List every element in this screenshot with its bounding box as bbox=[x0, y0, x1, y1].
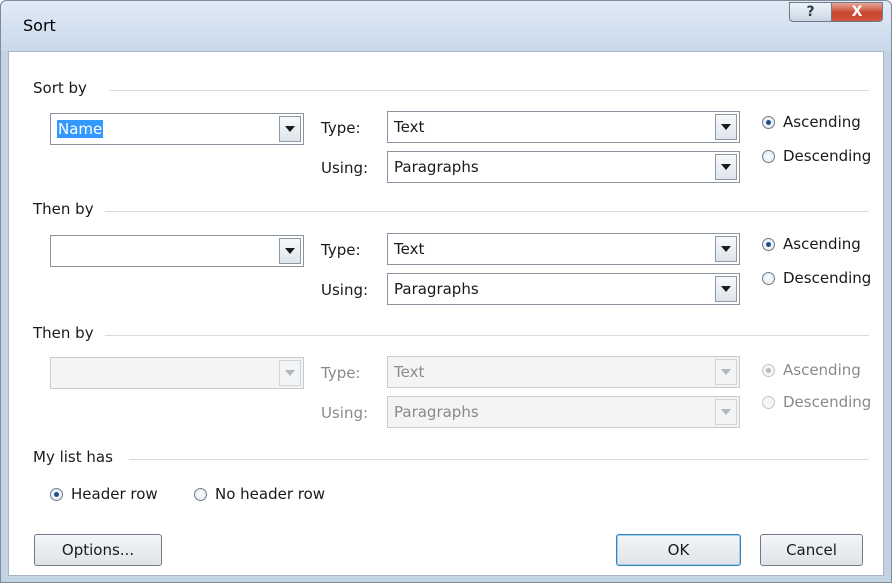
then-by-1-ascending-radio[interactable]: Ascending bbox=[762, 235, 861, 253]
sort-by-type-label: Type: bbox=[321, 119, 361, 137]
my-list-has-label: My list has bbox=[33, 448, 113, 466]
chevron-down-icon bbox=[715, 399, 737, 425]
sort-by-descending-radio[interactable]: Descending bbox=[762, 147, 871, 165]
then-by-1-descending-label: Descending bbox=[783, 269, 872, 287]
sort-by-field-select[interactable]: Name bbox=[50, 113, 304, 145]
my-list-has-divider bbox=[129, 459, 869, 460]
sort-by-using-value: Paragraphs bbox=[394, 158, 479, 176]
chevron-down-icon[interactable] bbox=[715, 154, 737, 180]
then-by-1-divider bbox=[105, 211, 869, 212]
radio-unchecked-icon bbox=[762, 395, 775, 409]
no-header-row-radio[interactable]: No header row bbox=[194, 485, 325, 503]
sort-by-using-label: Using: bbox=[321, 159, 369, 177]
sort-dialog: Sort ? X Sort by Name Type: Text Using: … bbox=[0, 0, 892, 583]
then-by-1-using-label: Using: bbox=[321, 281, 369, 299]
ok-button[interactable]: OK bbox=[616, 534, 741, 566]
radio-checked-icon bbox=[762, 115, 775, 129]
then-by-2-divider bbox=[105, 335, 869, 336]
chevron-down-icon[interactable] bbox=[715, 114, 737, 140]
close-button[interactable]: X bbox=[831, 2, 883, 22]
help-icon: ? bbox=[806, 4, 815, 20]
dialog-title: Sort bbox=[23, 16, 56, 35]
radio-checked-icon bbox=[762, 363, 775, 377]
then-by-2-using-value: Paragraphs bbox=[394, 403, 479, 421]
radio-unchecked-icon bbox=[762, 149, 775, 163]
then-by-1-descending-radio[interactable]: Descending bbox=[762, 269, 871, 287]
then-by-1-label: Then by bbox=[33, 200, 94, 218]
sort-by-type-select[interactable]: Text bbox=[387, 111, 740, 143]
header-row-label: Header row bbox=[71, 485, 158, 503]
then-by-2-using-label: Using: bbox=[321, 404, 369, 422]
close-icon: X bbox=[851, 4, 863, 20]
then-by-2-label: Then by bbox=[33, 324, 94, 342]
header-row-radio[interactable]: Header row bbox=[50, 485, 158, 503]
then-by-2-descending-label: Descending bbox=[783, 393, 872, 411]
then-by-1-field-select[interactable] bbox=[50, 235, 304, 267]
sort-by-field-value: Name bbox=[57, 120, 104, 138]
then-by-1-using-value: Paragraphs bbox=[394, 280, 479, 298]
sort-by-label: Sort by bbox=[33, 79, 87, 97]
then-by-2-field-select bbox=[50, 357, 304, 389]
then-by-2-type-select: Text bbox=[387, 356, 740, 388]
no-header-row-label: No header row bbox=[215, 485, 326, 503]
sort-by-using-select[interactable]: Paragraphs bbox=[387, 151, 740, 183]
chevron-down-icon[interactable] bbox=[715, 276, 737, 302]
then-by-2-using-select: Paragraphs bbox=[387, 396, 740, 428]
then-by-1-type-select[interactable]: Text bbox=[387, 233, 740, 265]
then-by-1-ascending-label: Ascending bbox=[783, 235, 861, 253]
chevron-down-icon bbox=[279, 360, 301, 386]
sort-by-descending-label: Descending bbox=[783, 147, 872, 165]
then-by-2-type-label: Type: bbox=[321, 364, 361, 382]
sort-by-ascending-radio[interactable]: Ascending bbox=[762, 113, 861, 131]
then-by-1-type-value: Text bbox=[394, 240, 425, 258]
then-by-2-ascending-radio: Ascending bbox=[762, 361, 861, 379]
radio-checked-icon bbox=[762, 237, 775, 251]
help-button[interactable]: ? bbox=[789, 2, 831, 22]
then-by-1-using-select[interactable]: Paragraphs bbox=[387, 273, 740, 305]
cancel-button[interactable]: Cancel bbox=[760, 534, 863, 566]
dialog-body: Sort by Name Type: Text Using: Paragraph… bbox=[8, 51, 884, 576]
title-bar: Sort ? X bbox=[1, 1, 891, 51]
radio-checked-icon bbox=[50, 487, 63, 501]
chevron-down-icon[interactable] bbox=[279, 238, 301, 264]
radio-unchecked-icon bbox=[194, 487, 207, 501]
radio-unchecked-icon bbox=[762, 271, 775, 285]
chevron-down-icon bbox=[715, 359, 737, 385]
sort-by-ascending-label: Ascending bbox=[783, 113, 861, 131]
then-by-2-descending-radio: Descending bbox=[762, 393, 871, 411]
options-button[interactable]: Options... bbox=[34, 534, 162, 566]
chevron-down-icon[interactable] bbox=[715, 236, 737, 262]
then-by-1-type-label: Type: bbox=[321, 241, 361, 259]
sort-by-divider bbox=[109, 90, 869, 91]
sort-by-type-value: Text bbox=[394, 118, 425, 136]
then-by-2-type-value: Text bbox=[394, 363, 425, 381]
then-by-2-ascending-label: Ascending bbox=[783, 361, 861, 379]
chevron-down-icon[interactable] bbox=[279, 116, 301, 142]
